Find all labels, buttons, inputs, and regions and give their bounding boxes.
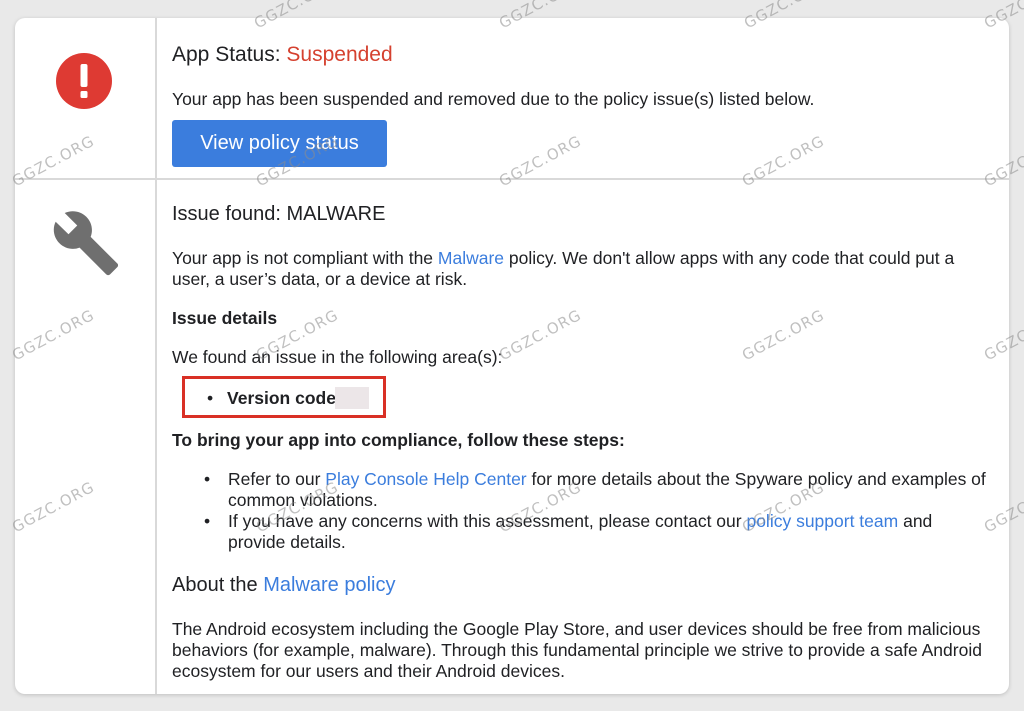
wrench-icon bbox=[53, 211, 119, 276]
status-label: App Status: bbox=[172, 43, 287, 66]
redacted-version-number bbox=[335, 387, 369, 409]
policy-support-team-link[interactable]: policy support team bbox=[746, 511, 898, 531]
policy-card: App Status: Suspended Your app has been … bbox=[15, 18, 1009, 694]
alert-icon bbox=[56, 53, 112, 109]
step1-text-before: Refer to our bbox=[228, 469, 326, 489]
list-item: Refer to our Play Console Help Center fo… bbox=[172, 469, 989, 511]
version-code-highlight: • Version code bbox=[182, 376, 386, 418]
intro-text-before: Your app is not compliant with the bbox=[172, 248, 438, 268]
list-item: If you have any concerns with this asses… bbox=[172, 511, 989, 553]
horizontal-divider bbox=[15, 178, 1009, 180]
vertical-divider bbox=[155, 18, 157, 694]
view-policy-status-button[interactable]: View policy status bbox=[172, 120, 387, 167]
step2-text-before: If you have any concerns with this asses… bbox=[228, 511, 747, 531]
area-text: We found an issue in the following area(… bbox=[172, 347, 503, 367]
app-status-heading: App Status: Suspended bbox=[172, 42, 989, 68]
about-title-before: About the bbox=[172, 574, 264, 596]
bullet: • bbox=[207, 388, 214, 408]
issue-details-heading: Issue details bbox=[172, 308, 278, 328]
issue-title: Issue found: MALWARE bbox=[172, 203, 386, 225]
steps-heading: To bring your app into compliance, follo… bbox=[172, 430, 625, 450]
malware-link[interactable]: Malware bbox=[438, 248, 504, 268]
version-code-label: Version code bbox=[227, 388, 336, 408]
issue-section: Issue found: MALWARE Your app is not com… bbox=[172, 202, 989, 682]
status-badge: Suspended bbox=[286, 43, 393, 66]
about-heading: About the Malware policy bbox=[172, 573, 989, 597]
malware-policy-link[interactable]: Malware policy bbox=[263, 574, 395, 596]
about-text: The Android ecosystem including the Goog… bbox=[172, 619, 982, 681]
status-section: App Status: Suspended Your app has been … bbox=[172, 42, 989, 167]
steps-list: Refer to our Play Console Help Center fo… bbox=[172, 469, 989, 553]
help-center-link[interactable]: Play Console Help Center bbox=[325, 469, 526, 489]
status-description: Your app has been suspended and removed … bbox=[172, 89, 815, 109]
issue-intro: Your app is not compliant with the Malwa… bbox=[172, 248, 989, 290]
